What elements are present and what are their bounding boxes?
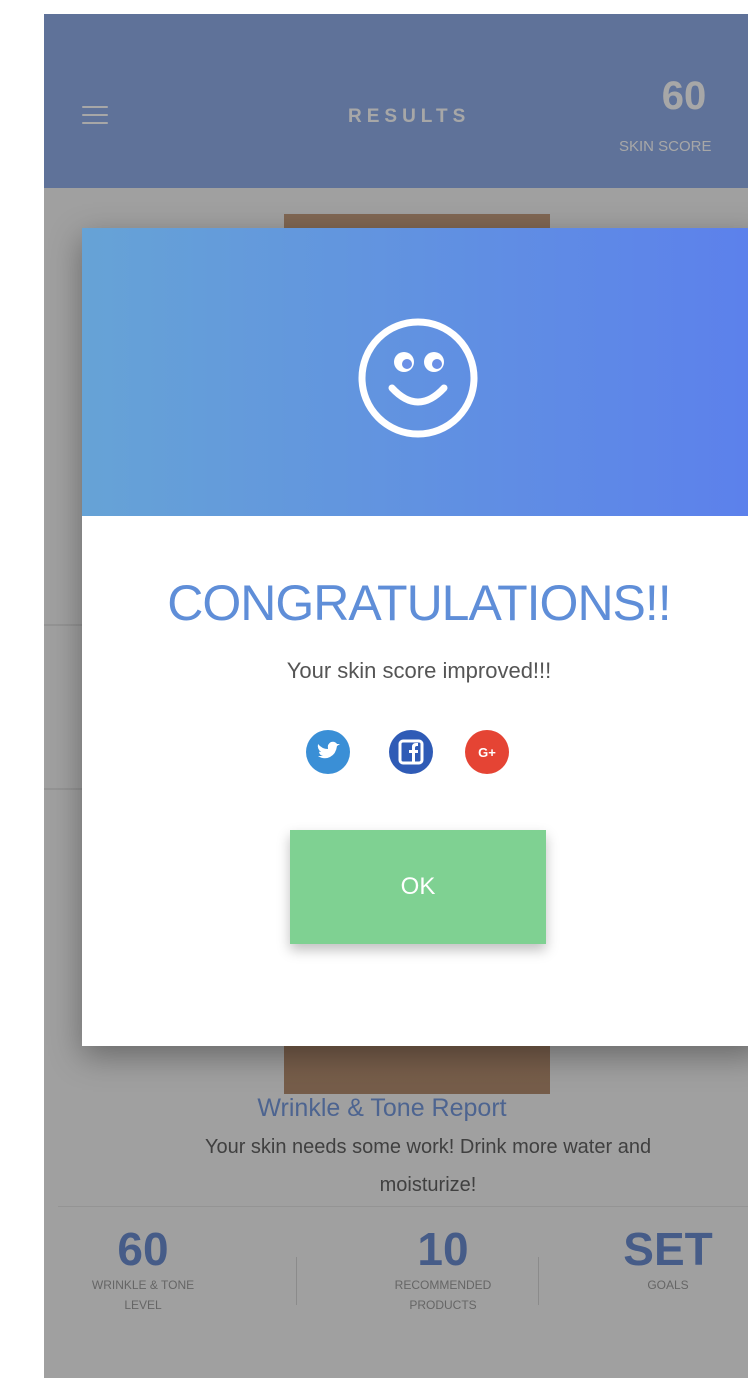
dialog-header xyxy=(82,228,748,516)
congratulations-dialog: CONGRATULATIONS!! Your skin score improv… xyxy=(82,228,748,1046)
facebook-icon xyxy=(398,739,424,765)
google-plus-share-button[interactable]: G+ xyxy=(465,730,509,774)
facebook-share-button[interactable] xyxy=(389,730,433,774)
google-plus-icon: G+ xyxy=(478,745,496,760)
ok-button[interactable]: OK xyxy=(290,830,546,944)
dialog-heading: CONGRATULATIONS!! xyxy=(167,575,671,631)
dialog-message: Your skin score improved!!! xyxy=(286,658,552,683)
svg-text:G+: G+ xyxy=(478,745,496,760)
smiley-face-icon xyxy=(358,318,478,438)
twitter-icon xyxy=(317,741,340,759)
twitter-share-button[interactable] xyxy=(306,730,350,774)
